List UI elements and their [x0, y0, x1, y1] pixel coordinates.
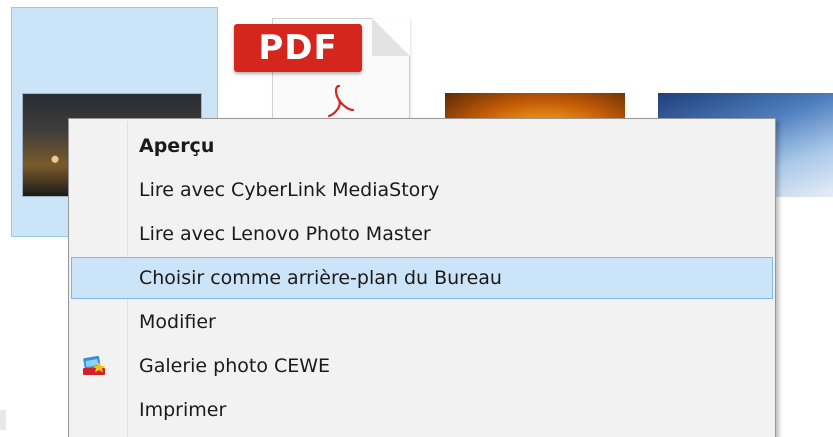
menu-item-lenovo-photo-master[interactable]: Lire avec Lenovo Photo Master: [71, 213, 773, 255]
menu-item-label: Galerie photo CEWE: [139, 355, 331, 377]
desktop-canvas: PDF g Aperçu Lire avec CyberLink MediaSt…: [0, 0, 833, 437]
menu-item-apercu[interactable]: Aperçu: [71, 125, 773, 167]
cewe-gallery-icon: [83, 355, 105, 375]
menu-item-label: Choisir comme arrière-plan du Bureau: [139, 267, 502, 289]
context-menu: Aperçu Lire avec CyberLink MediaStory Li…: [68, 118, 776, 437]
menu-item-label: Lire avec CyberLink MediaStory: [139, 179, 440, 201]
menu-item-label: Lire avec Lenovo Photo Master: [139, 223, 431, 245]
menu-item-label: Aperçu: [139, 135, 215, 157]
menu-item-cewe-gallery[interactable]: Galerie photo CEWE: [71, 345, 773, 387]
pdf-page-fold: [372, 18, 410, 56]
menu-item-imprimer[interactable]: Imprimer: [71, 389, 773, 431]
pdf-badge: PDF: [234, 24, 362, 72]
menu-item-label: Modifier: [139, 311, 216, 333]
acrobat-logo-icon: [327, 84, 355, 118]
menu-item-set-desktop-background[interactable]: Choisir comme arrière-plan du Bureau: [71, 257, 773, 299]
edge-artifact: [0, 410, 6, 430]
menu-item-cyberlink-mediastory[interactable]: Lire avec CyberLink MediaStory: [71, 169, 773, 211]
menu-item-modifier[interactable]: Modifier: [71, 301, 773, 343]
menu-item-label: Imprimer: [139, 399, 227, 421]
